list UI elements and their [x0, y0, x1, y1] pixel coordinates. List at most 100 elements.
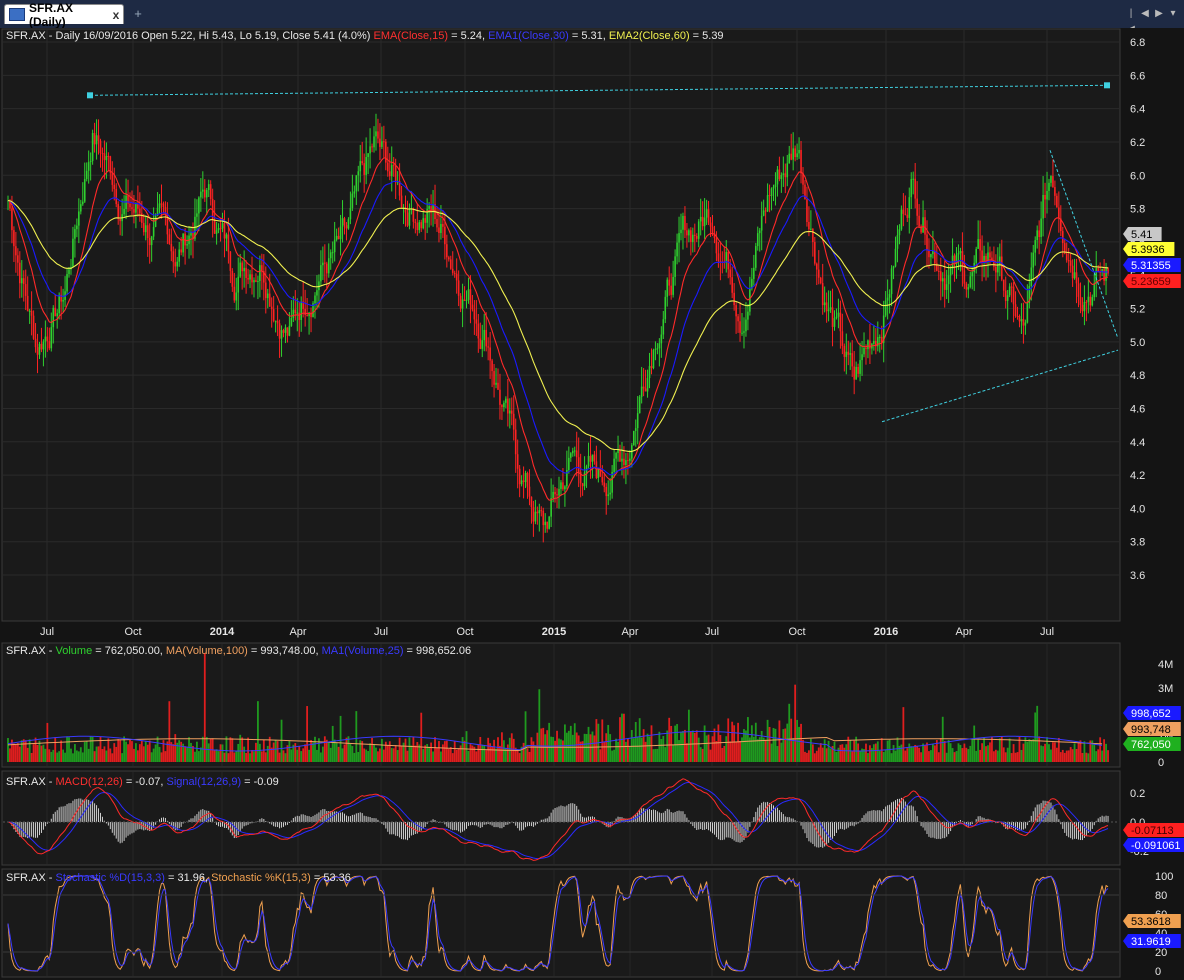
- price-candle-body: [703, 217, 706, 227]
- volume-bar: [196, 741, 198, 762]
- price-candle-body: [819, 277, 822, 284]
- price-candle-body: [772, 187, 775, 189]
- stochastic-tag-k: 53.3618: [1131, 916, 1171, 928]
- next-tab-icon[interactable]: ▶: [1154, 6, 1164, 22]
- volume-bar: [97, 746, 100, 762]
- tab-list-icon[interactable]: ▾: [1168, 6, 1178, 22]
- volume-bar: [931, 744, 934, 762]
- price-candle-body: [280, 330, 283, 339]
- first-tab-icon[interactable]: |◀: [1126, 6, 1136, 35]
- price-candle-body: [105, 155, 108, 161]
- volume-bar: [351, 746, 354, 762]
- volume-bar: [573, 723, 576, 762]
- price-candle-body: [692, 234, 694, 243]
- volume-bar: [747, 717, 749, 762]
- volume-ma1-value: = 998,652.06: [404, 645, 472, 657]
- volume-bar: [9, 748, 11, 762]
- volume-bar: [676, 724, 678, 762]
- volume-bar: [725, 736, 728, 762]
- volume-bar: [727, 718, 730, 762]
- volume-bar: [197, 751, 200, 762]
- price-candle-body: [1046, 190, 1048, 200]
- price-candle-body: [1002, 279, 1005, 291]
- price-candle-body: [495, 382, 497, 385]
- volume-bar: [569, 725, 572, 762]
- price-candle-body: [449, 259, 452, 269]
- volume-bar: [416, 742, 419, 762]
- volume-bar: [154, 744, 157, 762]
- volume-bar: [1085, 752, 1088, 762]
- price-candle-body: [266, 293, 269, 299]
- price-pane[interactable]: [1, 28, 1121, 622]
- price-candle-body: [1052, 176, 1054, 188]
- price-candle-body: [520, 480, 523, 485]
- volume-bar: [991, 736, 993, 762]
- volume-bar: [548, 722, 551, 762]
- price-candle-body: [83, 179, 86, 202]
- volume-bar: [266, 745, 269, 762]
- price-candle-body: [52, 307, 55, 328]
- price-candle-body: [898, 229, 901, 236]
- volume-bar: [611, 750, 614, 762]
- volume-bar: [1099, 737, 1102, 762]
- price-candle-body: [595, 461, 598, 478]
- price-candle-body: [768, 195, 771, 197]
- volume-bar: [253, 751, 255, 762]
- volume-bar: [316, 749, 318, 762]
- volume-bar: [62, 749, 64, 762]
- macd-axis-label: 0.2: [1130, 788, 1145, 800]
- prev-tab-icon[interactable]: ◀: [1140, 6, 1150, 22]
- ema1-label: EMA1(Close,30): [488, 30, 569, 42]
- price-candle-body: [85, 170, 88, 180]
- price-candle-body: [743, 331, 745, 333]
- price-candle-body: [1018, 316, 1021, 322]
- price-candle-body: [878, 336, 881, 338]
- price-candle-body: [207, 184, 210, 190]
- volume-bar: [231, 738, 234, 762]
- chart-area[interactable]: 6.86.66.46.26.05.85.65.45.25.04.84.64.44…: [0, 28, 1184, 980]
- price-candle-body: [270, 306, 273, 310]
- new-tab-icon[interactable]: +: [130, 6, 146, 22]
- price-candle-body: [625, 460, 627, 465]
- price-candle-body: [221, 223, 224, 229]
- volume-bar: [264, 752, 267, 762]
- chart-tab[interactable]: SFR.AX (Daily) x: [4, 1, 124, 29]
- volume-bar: [319, 752, 322, 762]
- volume-bar: [1101, 750, 1104, 762]
- price-candle-body: [518, 468, 521, 485]
- price-candle-body: [390, 165, 393, 177]
- volume-bar: [1040, 745, 1043, 762]
- volume-bar: [1036, 705, 1039, 762]
- volume-bar: [392, 748, 395, 762]
- volume-bar: [599, 749, 602, 762]
- price-candle-body: [934, 250, 936, 264]
- volume-bar: [294, 743, 297, 762]
- volume-bar: [1093, 744, 1096, 762]
- volume-bar: [664, 747, 667, 762]
- price-candle-body: [306, 314, 308, 316]
- price-candle-body: [930, 254, 932, 258]
- volume-bar: [428, 746, 431, 762]
- close-tab-icon[interactable]: x: [109, 8, 123, 22]
- volume-bar: [802, 739, 804, 762]
- price-candle-body: [440, 224, 442, 234]
- volume-bar: [453, 741, 456, 762]
- price-candle-body: [607, 494, 609, 497]
- price-candle-body: [217, 228, 220, 231]
- volume-bar: [414, 745, 417, 762]
- price-candle-body: [845, 351, 848, 357]
- price-candle-body: [11, 208, 13, 231]
- price-candle-body: [227, 234, 230, 252]
- price-candle-body: [760, 215, 763, 231]
- volume-bar: [609, 734, 612, 762]
- price-candle-body: [186, 244, 188, 246]
- volume-bar: [992, 751, 995, 762]
- volume-bar: [449, 747, 452, 762]
- price-candle-body: [1095, 268, 1098, 284]
- volume-bar: [325, 739, 328, 762]
- volume-bar: [312, 742, 314, 762]
- volume-bar: [776, 746, 779, 762]
- price-candle-body: [203, 189, 206, 198]
- price-candle-body: [676, 242, 678, 257]
- price-candle-body: [182, 233, 184, 253]
